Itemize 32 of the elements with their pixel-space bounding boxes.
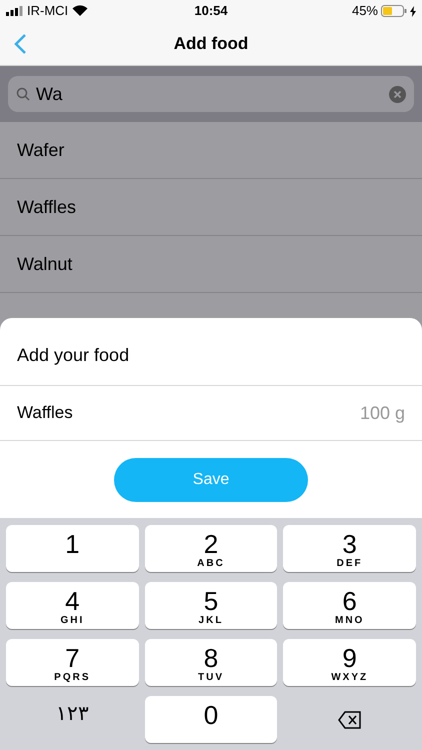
battery-percent: 45% xyxy=(352,2,378,20)
keypad-key[interactable]: 4 GHI xyxy=(6,582,139,629)
charging-icon xyxy=(410,6,416,16)
result-row[interactable]: Walnut xyxy=(0,236,422,293)
wifi-icon xyxy=(72,5,88,17)
signal-icon xyxy=(6,6,23,16)
search-field[interactable]: Wa xyxy=(8,76,414,112)
food-amount-row[interactable]: Waffles 100 g xyxy=(0,385,422,441)
result-row[interactable]: Waffles xyxy=(0,179,422,236)
keypad-key[interactable]: 2 ABC xyxy=(144,525,278,572)
status-time: 10:54 xyxy=(193,2,229,20)
keypad-key[interactable]: 8 TUV xyxy=(144,639,278,686)
search-icon xyxy=(16,87,30,101)
delete-icon xyxy=(338,710,362,728)
keypad-key[interactable]: 6 MNO xyxy=(283,582,416,629)
keypad-key[interactable]: 7 PQRS xyxy=(6,639,139,686)
battery-icon xyxy=(381,5,407,17)
clear-icon[interactable] xyxy=(389,86,406,102)
keypad-key[interactable]: 0 xyxy=(144,696,278,743)
food-name: Waffles xyxy=(17,402,74,424)
back-icon xyxy=(14,33,26,55)
keyboard-switch-key[interactable]: ۱۲۳ xyxy=(6,696,139,743)
result-row[interactable]: Wafer xyxy=(0,122,422,179)
keypad-key[interactable]: 3 DEF xyxy=(283,525,416,572)
keypad-key[interactable]: 9 WXYZ xyxy=(283,639,416,686)
page-title: Add food xyxy=(174,32,248,55)
keypad-key[interactable]: 1 xyxy=(6,525,139,572)
amount-value: 100 g xyxy=(360,402,405,425)
search-text: Wa xyxy=(36,82,64,106)
sheet-title: Add your food xyxy=(16,344,130,367)
carrier-name: IR-MCI xyxy=(27,2,68,20)
keypad-key[interactable]: 5 JKL xyxy=(144,582,278,629)
